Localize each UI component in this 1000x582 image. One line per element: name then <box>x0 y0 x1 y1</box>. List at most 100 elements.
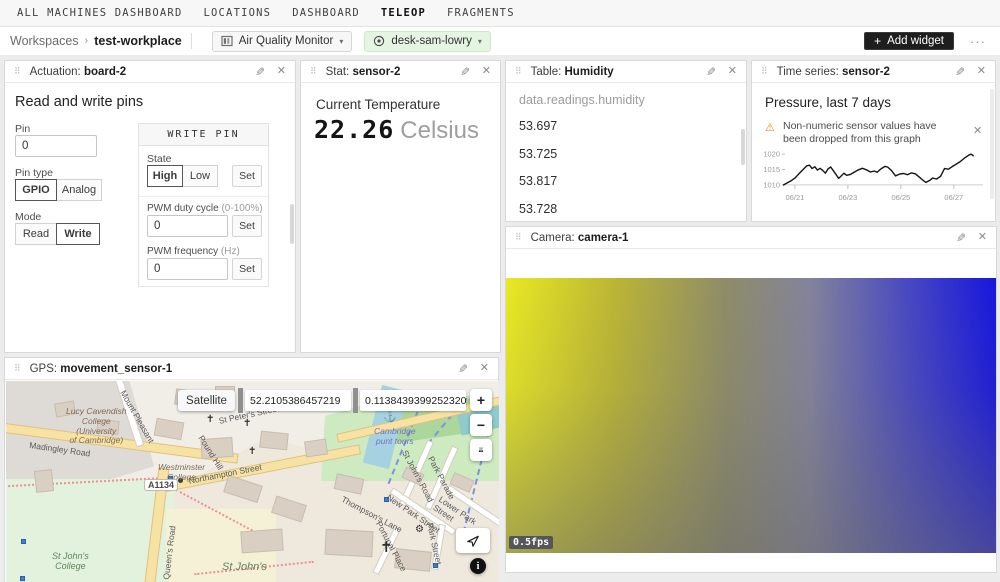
camera-stream-image <box>506 278 996 553</box>
map-label: St John's College <box>52 551 89 572</box>
pwm-duty-input[interactable] <box>147 215 228 237</box>
state-low-button[interactable]: Low <box>182 165 218 187</box>
nav-tab-teleop[interactable]: TELEOP <box>381 7 426 19</box>
stat-value-row: 22.26 Celsius <box>314 115 479 145</box>
close-widget-button[interactable]: ✕ <box>482 66 491 77</box>
drag-handle-icon[interactable]: ⠿ <box>14 67 21 76</box>
svg-text:06/21: 06/21 <box>786 193 805 202</box>
widget-header: ⠿ Actuation: board-2 ✎ ✕ <box>5 61 295 83</box>
zoom-out-button[interactable]: − <box>470 414 492 436</box>
edit-widget-button[interactable]: ✎ <box>706 66 716 78</box>
scrollbar[interactable] <box>741 129 745 165</box>
close-widget-button[interactable]: ✕ <box>977 66 986 77</box>
widget-gps: ⠿ GPS: movement_sensor-1 ✎ ✕ <box>4 357 499 582</box>
edit-widget-button[interactable]: ✎ <box>956 232 966 244</box>
nav-tab-fragments[interactable]: FRAGMENTS <box>447 7 515 19</box>
warning-icon: ⚠ <box>765 121 775 134</box>
panel-divider <box>139 196 268 197</box>
warning-message: Non-numeric sensor values have been drop… <box>783 120 955 146</box>
widget-header: ⠿ GPS: movement_sensor-1 ✎ ✕ <box>5 358 498 380</box>
nav-tab-dashboard[interactable]: DASHBOARD <box>292 7 360 19</box>
coord-handle[interactable] <box>353 388 358 413</box>
breadcrumb-workspaces[interactable]: Workspaces <box>10 34 79 48</box>
drag-handle-icon[interactable]: ⠿ <box>310 67 317 76</box>
fps-badge: 0.5fps <box>509 536 553 549</box>
widget-header: ⠿ Time series: sensor-2 ✎ ✕ <box>752 61 995 83</box>
stat-value: 22.26 <box>314 115 394 144</box>
top-navigation: ALL MACHINES DASHBOARD LOCATIONS DASHBOARD… <box>0 0 1000 27</box>
pwm-freq-hint: (Hz) <box>221 246 240 257</box>
edit-widget-button[interactable]: ✎ <box>255 66 265 78</box>
svg-text:1020: 1020 <box>763 150 780 159</box>
pwm-freq-input[interactable] <box>147 258 228 280</box>
edit-widget-button[interactable]: ✎ <box>460 66 470 78</box>
pwm-duty-label: PWM duty cycle (0-100%) <box>147 203 263 214</box>
chevron-down-icon: ▾ <box>478 37 482 46</box>
pwm-freq-set-button[interactable]: Set <box>232 258 262 280</box>
table-row: 53.725 <box>519 147 557 161</box>
nav-tab-locations[interactable]: LOCATIONS <box>203 7 271 19</box>
dismiss-warning-button[interactable]: ✕ <box>973 124 982 137</box>
map-symbol-icon: ⚓ <box>383 411 397 424</box>
drag-handle-icon[interactable]: ⠿ <box>515 67 522 76</box>
gps-map[interactable]: Mount PleasantLucy Cavendish College (Un… <box>6 381 499 582</box>
widget-title: Stat: sensor-2 <box>326 66 401 78</box>
chart-title: Pressure, last 7 days <box>765 95 891 110</box>
add-widget-button[interactable]: + Add widget <box>864 32 954 50</box>
mode-toggle: Read Write <box>15 223 100 245</box>
actuation-heading: Read and write pins <box>15 94 143 110</box>
drag-handle-icon[interactable]: ⠿ <box>14 364 21 373</box>
map-symbol-icon: ⚙ <box>415 524 424 536</box>
nav-tab-all-machines-dashboard[interactable]: ALL MACHINES DASHBOARD <box>17 7 182 19</box>
table-row: 53.697 <box>519 119 557 133</box>
coord-handle[interactable] <box>238 388 243 413</box>
breadcrumb-current-workspace[interactable]: test-workplace <box>94 34 182 48</box>
pin-type-analog-button[interactable]: Analog <box>56 179 102 201</box>
map-labels: Mount PleasantLucy Cavendish College (Un… <box>6 381 499 582</box>
scrollbar[interactable] <box>990 89 994 199</box>
widget-timeseries: ⠿ Time series: sensor-2 ✎ ✕ Pressure, la… <box>751 60 996 222</box>
latitude-input[interactable] <box>245 390 351 411</box>
edit-widget-button[interactable]: ✎ <box>458 363 468 375</box>
machine-selector-dropdown[interactable]: desk-sam-lowry ▾ <box>364 31 491 52</box>
map-symbol-icon: ✝ <box>243 418 251 430</box>
zoom-in-button[interactable]: + <box>470 389 492 411</box>
compass-reset-button[interactable]: ▲ ▼ <box>470 439 492 461</box>
widget-header: ⠿ Stat: sensor-2 ✎ ✕ <box>301 61 500 83</box>
close-widget-button[interactable]: ✕ <box>480 363 489 374</box>
longitude-input[interactable] <box>360 390 466 411</box>
pwm-duty-set-button[interactable]: Set <box>232 215 262 237</box>
table-column-header: data.readings.humidity <box>519 93 645 107</box>
pin-input[interactable] <box>15 135 97 157</box>
part-selector-dropdown[interactable]: Air Quality Monitor ▾ <box>212 31 353 52</box>
write-pin-panel: WRITE PIN State High Low Set PWM duty cy… <box>138 123 269 287</box>
widget-title: Time series: sensor-2 <box>777 66 890 78</box>
widget-title: GPS: movement_sensor-1 <box>30 363 173 375</box>
state-set-button[interactable]: Set <box>232 165 262 187</box>
scrollbar[interactable] <box>290 204 294 244</box>
map-label: Queen's Road <box>162 525 178 580</box>
satellite-toggle-button[interactable]: Satellite <box>178 390 235 411</box>
mode-label: Mode <box>15 211 41 223</box>
mode-write-button[interactable]: Write <box>56 223 100 245</box>
map-attribution-button[interactable]: i <box>470 558 486 574</box>
locate-button[interactable] <box>456 528 490 553</box>
pin-label: Pin <box>15 123 30 135</box>
map-symbol-icon: ✝ <box>206 414 214 426</box>
widget-title: Camera: camera-1 <box>531 232 629 244</box>
edit-widget-button[interactable]: ✎ <box>955 66 965 78</box>
mode-read-button[interactable]: Read <box>15 223 57 245</box>
widget-title: Actuation: board-2 <box>30 66 127 78</box>
state-high-button[interactable]: High <box>147 165 183 187</box>
machine-selector-label: desk-sam-lowry <box>391 35 472 47</box>
drag-handle-icon[interactable]: ⠿ <box>515 233 522 242</box>
pin-type-toggle: GPIO Analog <box>15 179 102 201</box>
drag-handle-icon[interactable]: ⠿ <box>761 67 768 76</box>
map-label: St John's <box>222 561 267 574</box>
pin-type-gpio-button[interactable]: GPIO <box>15 179 57 201</box>
close-widget-button[interactable]: ✕ <box>978 232 987 243</box>
more-menu-button[interactable]: ··· <box>970 34 986 49</box>
close-widget-button[interactable]: ✕ <box>728 66 737 77</box>
stat-unit: Celsius <box>400 117 479 145</box>
close-widget-button[interactable]: ✕ <box>277 66 286 77</box>
